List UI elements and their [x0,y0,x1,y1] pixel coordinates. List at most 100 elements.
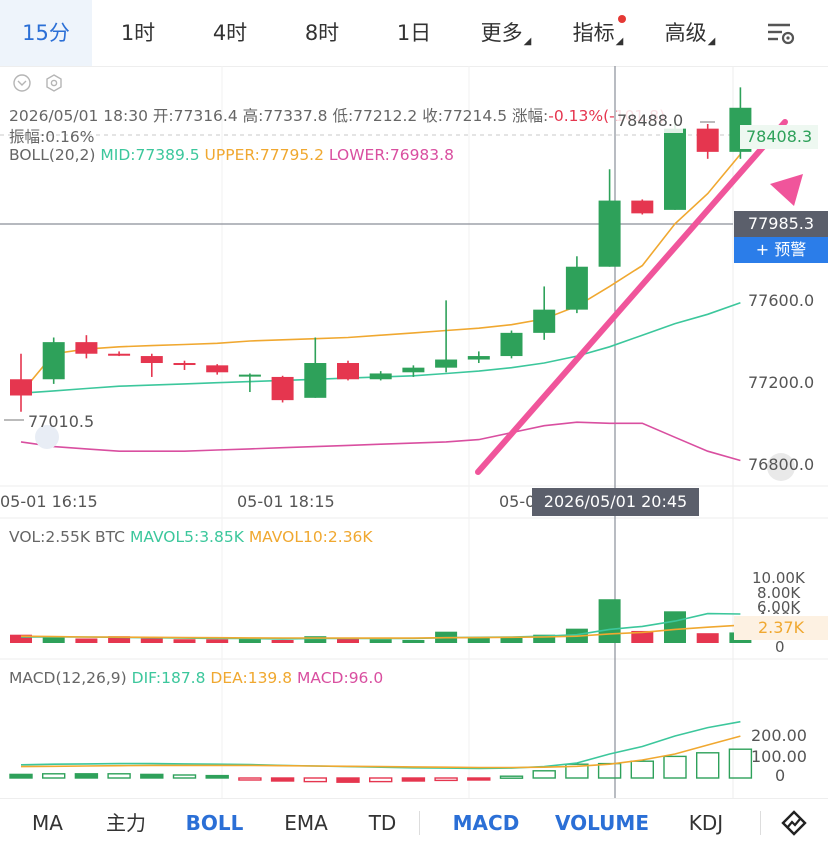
time-tick: 05-01 18:15 [237,492,335,511]
divider [760,811,761,835]
indicator-ema[interactable]: EMA [277,799,335,848]
collapse-icon[interactable] [13,74,31,92]
caret-icon: ◢ [523,36,532,47]
change-label: 涨幅: [512,107,549,125]
candle-body [206,365,229,373]
macd-hist-bar [696,752,720,779]
macd-hist-bar [303,777,327,783]
macd-hist-bar [369,777,393,783]
trend-arrow-line [475,119,788,475]
ohlc-info: 2026/05/01 18:30 开:77316.4 高:77337.8 低:7… [9,104,665,126]
volume-bar [696,633,719,643]
tab-more[interactable]: 更多◢ [460,0,552,66]
amplitude-info: 振幅:0.16% [9,125,94,147]
macd-hist-bar [663,755,687,779]
candle-body [10,379,32,396]
draw-tool-icon[interactable] [780,809,808,837]
macd-hist-bar [499,775,524,779]
indicator-volume[interactable]: VOLUME [551,799,653,848]
chart-tools [13,74,62,92]
macd-hist-bar [336,777,360,783]
indicator-td[interactable]: TD [360,799,405,848]
indicator-kdj[interactable]: KDJ [680,799,732,848]
volume-bar [206,639,229,643]
boll-legend: BOLL(20,2) MID:77389.5 UPPER:77795.2 LOW… [9,146,454,164]
tab-15m[interactable]: 15分 [0,0,92,66]
kline-chart[interactable] [0,66,828,798]
candle-time: 2026/05/01 18:30 [9,107,148,125]
tab-8h[interactable]: 8时 [276,0,368,66]
macd-hist-bar [270,777,295,782]
indicator-ma[interactable]: MA [20,799,75,848]
candle-body [337,363,359,380]
candle-body [42,342,65,380]
boll-upper-value: UPPER:77795.2 [204,146,324,164]
dea-line [20,735,741,769]
divider [419,811,420,835]
candle-body [533,309,556,333]
macd-tick: 0 [775,766,786,785]
macd-hist-bar [467,777,491,781]
mavol10-value: MAVOL10:2.36K [248,528,373,546]
volume-bar [271,639,294,643]
tab-1h[interactable]: 1时 [92,0,184,66]
macd-hist-bar [74,773,99,779]
volume-bar [42,636,65,643]
macd-hist-bar [630,760,654,779]
candle-body [108,353,131,356]
boll-lower-value: LOWER:76983.8 [328,146,454,164]
volume-bar [598,599,621,643]
high-label: 高: [242,107,264,125]
candle-body [140,356,163,364]
macd-hist-bar [107,773,131,779]
tab-advanced[interactable]: 高级◢ [644,0,736,66]
boll-mid-value: MID:77389.5 [100,146,200,164]
tab-1d[interactable]: 1日 [368,0,460,66]
high-marker-label: 78488.0 [617,109,684,133]
candle-body [369,373,392,380]
price-tick: 76800.0 [748,455,815,474]
chart-settings-icon[interactable] [766,19,796,47]
candle-body [467,356,490,360]
macd-name: MACD(12,26,9) [9,669,127,687]
macd-hist-bar [205,774,229,779]
boll-lower-line [20,421,741,462]
boll-upper-line [20,153,742,394]
candle-body [500,332,523,357]
candle-body [696,128,719,152]
tab-label: 指标 [572,21,615,45]
indicator-boll[interactable]: BOLL [182,799,247,848]
volume-bar [75,638,98,643]
open-label: 开: [152,107,174,125]
crosshair-price-tag: 77985.3 [734,211,828,237]
volume-bar [140,638,163,643]
tab-label: 高级 [664,21,707,45]
volume-bar [369,639,392,643]
candle-body [598,200,621,267]
candle-body [75,342,98,354]
volume-bar [173,639,196,643]
high-value: 77337.8 [263,107,328,125]
macd-hist-bar [9,773,33,779]
indicator-main-force[interactable]: 主力 [97,799,155,848]
close-value: 77214.5 [442,107,508,125]
dea-value: DEA:139.8 [210,669,293,687]
candle-body [402,367,425,373]
candle-body [565,266,588,310]
price-tick: 77600.0 [748,291,815,310]
macd-legend: MACD(12,26,9) DIF:187.8 DEA:139.8 MACD:9… [9,669,383,687]
trend-arrow-head [770,174,803,206]
tab-indicators[interactable]: 指标◢ [552,0,644,66]
volume-bar [402,639,425,643]
boll-name: BOLL(20,2) [9,146,96,164]
candle-body [664,128,686,210]
price-alert-button[interactable]: + 预警 [734,237,828,263]
indicator-macd[interactable]: MACD [448,799,524,848]
tab-4h[interactable]: 4时 [184,0,276,66]
open-value: 77316.4 [173,107,238,125]
candle-body [631,200,654,214]
macd-hist-bar [238,777,262,781]
gear-icon[interactable] [46,74,62,92]
amplitude-label: 振幅: [9,128,46,146]
indicator-bar: MA 主力 BOLL EMA TD MACD VOLUME KDJ [0,798,828,848]
